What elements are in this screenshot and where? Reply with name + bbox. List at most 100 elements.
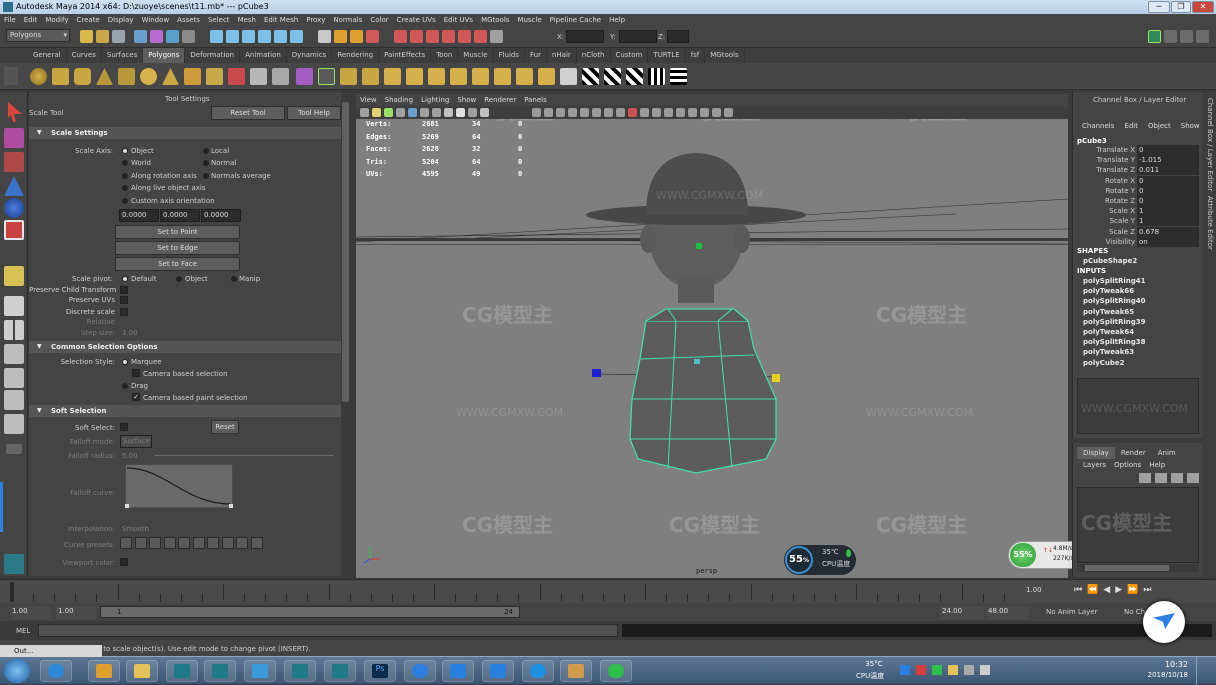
select-component-icon[interactable] [166, 30, 179, 43]
snap-plane-icon[interactable] [258, 30, 271, 43]
menu-window[interactable]: Window [138, 14, 174, 26]
soft-select-reset-button[interactable]: Reset [211, 420, 239, 434]
show-manip-icon[interactable] [4, 266, 24, 286]
attr-visibility-value[interactable]: on [1137, 236, 1199, 247]
minimize-button[interactable]: ─ [1148, 1, 1170, 13]
shelf-tab-animation[interactable]: Animation [240, 48, 287, 63]
shelf-tab-nhair[interactable]: nHair [547, 48, 577, 63]
curve-preset-button[interactable] [120, 537, 132, 549]
shelf-tab-deformation[interactable]: Deformation [185, 48, 241, 63]
tray-icon-2[interactable] [916, 665, 926, 675]
start-button[interactable] [4, 659, 30, 683]
ipr-render-icon[interactable] [350, 30, 363, 43]
shelf-tab-painteffects[interactable]: PaintEffects [379, 48, 432, 63]
show-desktop-button[interactable] [1196, 657, 1216, 685]
custom-axis-x-field[interactable]: 0.0000 [119, 209, 159, 222]
attr-translate-x-value[interactable]: 0 [1137, 145, 1199, 155]
wireframe-icon[interactable] [556, 108, 565, 117]
poly-cube-icon[interactable] [52, 68, 69, 85]
reduce-icon[interactable] [340, 68, 357, 85]
uv-planar-icon[interactable] [582, 68, 599, 85]
menu-create-uvs[interactable]: Create UVs [393, 14, 440, 26]
layout-outliner-icon[interactable] [4, 368, 24, 388]
poly-sphere-icon[interactable] [30, 68, 47, 85]
quadrangulate-icon[interactable] [406, 68, 423, 85]
taskbar-photoshop[interactable]: Ps [364, 660, 396, 682]
fill-hole-icon[interactable] [428, 68, 445, 85]
shelf-tab-ncloth[interactable]: nCloth [577, 48, 611, 63]
display-settings-icon[interactable] [474, 30, 487, 43]
layout-graph-icon[interactable] [4, 390, 24, 410]
poly-plane-icon[interactable] [118, 68, 135, 85]
range-end-field[interactable]: 24.00 [940, 606, 984, 619]
input-node[interactable]: polyTweak63 [1083, 347, 1134, 357]
new-scene-icon[interactable] [80, 30, 93, 43]
menu-mgtools[interactable]: MGtools [477, 14, 513, 26]
bookmark-icon[interactable] [384, 108, 393, 117]
camera-based-paint-checkbox[interactable]: ✓ [132, 393, 140, 401]
falloff-curve-graph[interactable] [125, 464, 233, 508]
character-label[interactable]: No Ch [1124, 608, 1145, 616]
viewport-menu-panels[interactable]: Panels [520, 94, 551, 106]
common-selection-header[interactable]: Common Selection Options [29, 341, 341, 353]
viewport-menu-view[interactable]: View [356, 94, 381, 106]
menu-muscle[interactable]: Muscle [513, 14, 545, 26]
layout-two-icon[interactable] [4, 344, 24, 364]
move-layer-down-icon[interactable] [1187, 473, 1199, 483]
volume-tray-icon[interactable] [980, 665, 990, 675]
taskbar-mail[interactable] [482, 660, 514, 682]
taskbar-qq[interactable] [522, 660, 554, 682]
taskbar-maya-1[interactable] [166, 660, 198, 682]
scale-axis-live-radio[interactable] [122, 185, 128, 191]
menu-edit-mesh[interactable]: Edit Mesh [260, 14, 302, 26]
viewport-menu-lighting[interactable]: Lighting [417, 94, 453, 106]
taskbar-app-tiger[interactable] [560, 660, 592, 682]
shelf-tab-toon[interactable]: Toon [431, 48, 459, 63]
render-icon[interactable] [334, 30, 347, 43]
poly-pyramid-icon[interactable] [162, 68, 179, 85]
snap-grid-icon[interactable] [210, 30, 223, 43]
textured-icon[interactable] [592, 108, 601, 117]
y-field[interactable] [619, 30, 657, 43]
layout-hypershade-icon[interactable] [4, 414, 24, 434]
shelf-tab-muscle[interactable]: Muscle [458, 48, 494, 63]
layer-list[interactable] [1077, 487, 1199, 563]
layer-tab-render[interactable]: Render [1115, 447, 1152, 459]
preserve-child-checkbox[interactable] [120, 286, 128, 294]
soft-selection-header[interactable]: Soft Selection [29, 405, 341, 417]
curve-preset-button[interactable] [178, 537, 190, 549]
attr-scale-x-value[interactable]: 1 [1137, 206, 1199, 217]
marquee-radio[interactable] [122, 359, 128, 365]
taskbar-media[interactable] [88, 660, 120, 682]
tray-icon-1[interactable] [900, 665, 910, 675]
menu-mesh[interactable]: Mesh [234, 14, 260, 26]
set-to-point-button[interactable]: Set to Point [115, 225, 240, 239]
layout-single-icon[interactable] [4, 296, 24, 316]
curve-preset-button[interactable] [149, 537, 161, 549]
falloff-mode-dropdown[interactable]: Surface [120, 435, 152, 448]
scale-axis-custom-radio[interactable] [122, 198, 128, 204]
resolution-icon[interactable] [724, 108, 733, 117]
minimized-window[interactable]: Out... [0, 645, 102, 657]
mental-ray-icon[interactable] [426, 30, 439, 43]
lights-icon[interactable] [604, 108, 613, 117]
input-node[interactable]: polyTweak65 [1083, 307, 1134, 317]
scale-tool-icon[interactable] [4, 220, 24, 240]
input-node[interactable]: polySplitRing39 [1083, 317, 1146, 327]
menu-set-dropdown[interactable]: Polygons [6, 29, 70, 42]
bevel-icon[interactable] [538, 68, 555, 85]
pivot-manip-radio[interactable] [231, 276, 237, 282]
time-slider[interactable]: 1.00 ⏮⏪◀▶⏩⏭ [0, 579, 1216, 604]
menu-color[interactable]: Color [366, 14, 392, 26]
hud-icon[interactable] [664, 108, 673, 117]
curve-preset-button[interactable] [134, 537, 147, 549]
curve-preset-button[interactable] [250, 537, 263, 549]
camera-select-icon[interactable] [360, 108, 369, 117]
triangulate-icon[interactable] [384, 68, 401, 85]
smooth-shade-icon[interactable] [568, 108, 577, 117]
tray-icon-3[interactable] [932, 665, 942, 675]
grid-icon[interactable] [432, 108, 441, 117]
menu-proxy[interactable]: Proxy [302, 14, 329, 26]
move-tool-icon[interactable] [4, 176, 24, 196]
open-scene-icon[interactable] [96, 30, 109, 43]
